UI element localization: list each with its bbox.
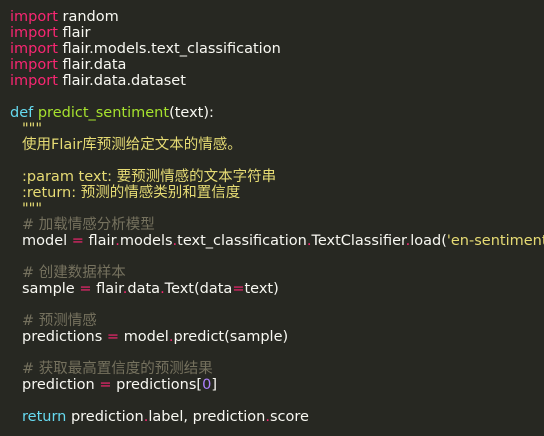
docstring-summary: 使用Flair库预测给定文本的情感。 [22,137,242,153]
module-name: flair.models.text_classification [62,41,281,57]
code-line-model: model = flair.models.text_classification… [10,233,544,249]
keyword-import: import [10,9,58,25]
module-name: flair.data [62,57,127,73]
keyword-import: import [10,25,58,41]
code-line-import: import random [10,9,544,25]
keyword-import: import [10,73,58,89]
function-params: (text): [169,105,214,121]
string-literal: 'en-sentiment' [446,233,544,249]
code-editor[interactable]: import random import flair import flair.… [0,0,544,436]
code-line-predictions: predictions = model.predict(sample) [22,329,289,345]
code-line-return: return prediction.label, prediction.scor… [22,409,309,425]
number-literal: 0 [202,377,212,393]
code-line-def: def predict_sentiment(text): [10,105,544,121]
module-name: flair.data.dataset [62,73,186,89]
code-line-import: import flair.models.text_classification [10,41,544,57]
code-line-sample: sample = flair.data.Text(data=text) [22,281,279,297]
function-name: predict_sentiment [37,105,170,121]
code-line-import: import flair.data [10,57,544,73]
keyword-import: import [10,57,58,73]
comment-create-sample: # 创建数据样本 [22,265,126,281]
code-line-import: import flair.data.dataset [10,73,544,89]
docstring-param: :param text: 要预测情感的文本字符串 [22,169,277,185]
module-name: random [62,9,119,25]
comment-predict: # 预测情感 [22,313,97,329]
keyword-def: def [10,105,34,121]
comment-best-prediction: # 获取最高置信度的预测结果 [22,361,213,377]
comment-load-model: # 加载情感分析模型 [22,217,155,233]
code-line-prediction: prediction = predictions[0] [22,377,217,393]
keyword-import: import [10,41,58,57]
docstring-close: """ [22,201,43,217]
code-line-import: import flair [10,25,544,41]
docstring-return: :return: 预测的情感类别和置信度 [22,185,241,201]
docstring-open: """ [22,121,43,137]
module-name: flair [62,25,91,41]
keyword-return: return [22,409,67,425]
